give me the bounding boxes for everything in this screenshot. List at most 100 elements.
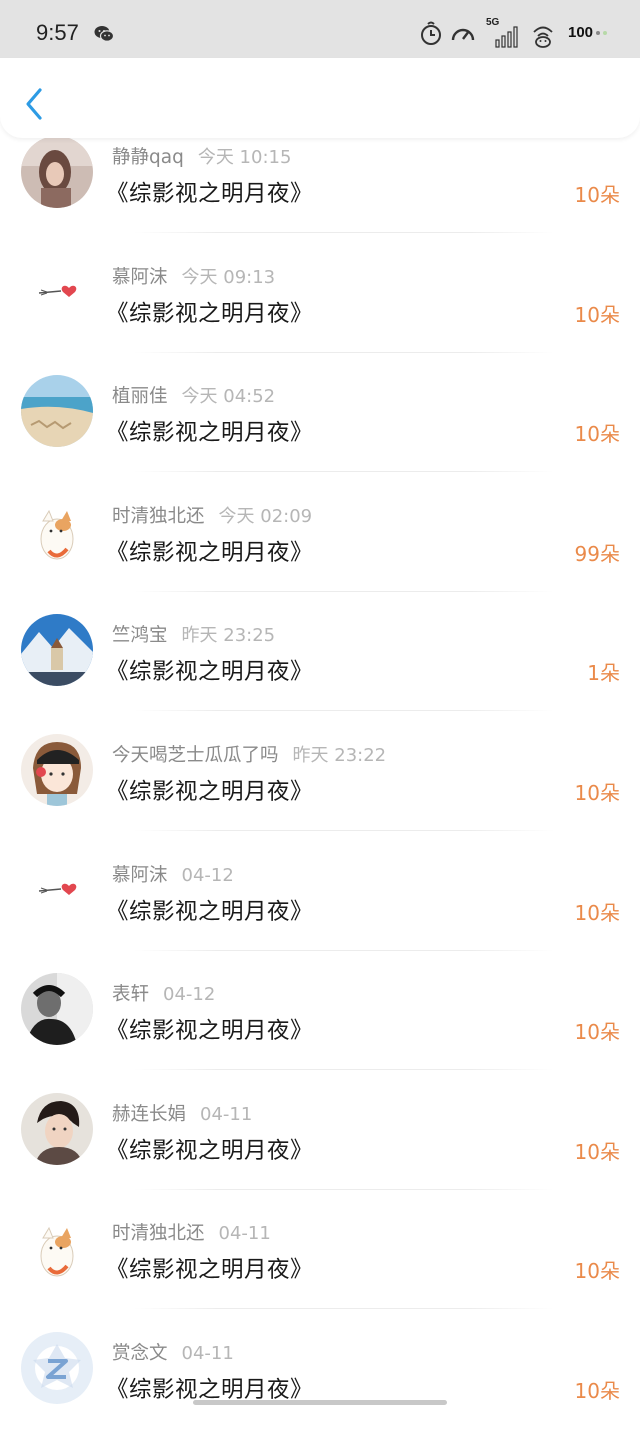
sender-line: 赏念文 04-11: [112, 1339, 234, 1365]
gift-time: 04-11: [218, 1223, 271, 1245]
bw-photo-avatar-icon: [21, 973, 93, 1046]
alarm-icon: [421, 21, 441, 45]
gift-amount: 10朵: [574, 1259, 620, 1284]
avatar[interactable]: [21, 734, 93, 806]
divider: [134, 1308, 554, 1310]
book-title: 《综影视之明月夜》: [106, 1137, 314, 1164]
nav-bar: [0, 58, 640, 138]
sender-line: 慕阿沫 04-12: [112, 861, 234, 887]
gift-time: 04-11: [200, 1103, 253, 1125]
book-title: 《综影视之明月夜》: [106, 659, 314, 686]
sender-line: 今天喝芝士瓜瓜了吗 昨天 23:22: [112, 741, 386, 767]
sender-line: 时清独北还 今天 02:09: [112, 502, 312, 528]
gift-time: 今天 10:15: [197, 147, 292, 168]
list-item[interactable]: 植丽佳 今天 04:52 《综影视之明月夜》 10朵: [0, 359, 640, 479]
signal-icon: [495, 26, 518, 48]
divider: [134, 1188, 554, 1190]
avatar[interactable]: [21, 1332, 93, 1404]
list-item[interactable]: 竺鸿宝 昨天 23:25 《综影视之明月夜》 1朵: [0, 598, 640, 718]
gift-time: 今天 09:13: [181, 266, 276, 288]
book-title: 《综影视之明月夜》: [106, 539, 314, 566]
book-title: 《综影视之明月夜》: [106, 420, 314, 447]
gift-time: 04-12: [181, 864, 234, 886]
avatar[interactable]: [21, 973, 93, 1046]
list-item[interactable]: 慕阿沫 今天 09:13 《综影视之明月夜》 10朵: [0, 240, 640, 360]
beach-avatar-icon: [21, 375, 93, 448]
book-title: 《综影视之明月夜》: [106, 898, 314, 925]
avatar[interactable]: [21, 614, 93, 687]
wifi-icon: [533, 26, 553, 48]
book-title: 《综影视之明月夜》: [106, 779, 314, 805]
divider: [134, 232, 554, 233]
gift-amount: 10朵: [574, 302, 620, 327]
book-title: 《综影视之明月夜》: [106, 1257, 314, 1284]
speed-icon: [451, 28, 475, 41]
divider: [134, 830, 554, 831]
cat-avatar-icon: [21, 1212, 93, 1285]
gift-amount: 10朵: [574, 422, 620, 447]
gift-amount: 10朵: [574, 1379, 620, 1403]
wechat-icon: [94, 26, 114, 42]
battery-dot: [596, 31, 600, 35]
avatar[interactable]: [21, 1212, 93, 1285]
home-indicator[interactable]: [193, 1400, 447, 1405]
sender-name: 时清独北还: [112, 1223, 205, 1245]
heart-arrow-avatar-icon: [21, 255, 93, 328]
gift-time: 04-11: [181, 1343, 234, 1364]
gift-amount: 1朵: [587, 661, 620, 686]
sender-line: 静静qaq 今天 10:15: [112, 143, 291, 169]
sender-name: 植丽佳: [112, 386, 168, 408]
sender-name: 静静qaq: [112, 147, 184, 168]
gift-time: 04-12: [163, 984, 216, 1006]
sender-name: 时清独北还: [112, 505, 205, 527]
battery-dot: [603, 31, 607, 35]
photo-avatar-icon: [21, 136, 93, 208]
sender-name: 慕阿沫: [112, 864, 168, 886]
chevron-left-icon[interactable]: [18, 84, 50, 124]
divider: [134, 351, 554, 353]
avatar[interactable]: [21, 494, 93, 567]
list-item[interactable]: 今天喝芝士瓜瓜了吗 昨天 23:22 《综影视之明月夜》 10朵: [0, 718, 640, 838]
avatar[interactable]: [21, 136, 93, 208]
divider: [134, 949, 554, 951]
sender-line: 慕阿沫 今天 09:13: [112, 263, 275, 289]
cat-avatar-icon: [21, 494, 93, 567]
avatar[interactable]: [21, 255, 93, 328]
gift-time: 昨天 23:25: [181, 625, 276, 647]
sender-line: 植丽佳 今天 04:52: [112, 382, 275, 408]
gift-amount: 10朵: [574, 1139, 620, 1164]
list-item[interactable]: 表轩 04-12 《综影视之明月夜》 10朵: [0, 957, 640, 1077]
gift-amount: 10朵: [574, 183, 620, 207]
sender-line: 竺鸿宝 昨天 23:25: [112, 621, 275, 647]
sender-line: 时清独北还 04-11: [112, 1219, 271, 1245]
divider: [134, 471, 554, 473]
list-item[interactable]: 慕阿沫 04-12 《综影视之明月夜》 10朵: [0, 838, 640, 958]
status-time: 9:57: [36, 20, 79, 45]
sender-name: 竺鸿宝: [112, 625, 168, 647]
gift-amount: 10朵: [574, 1020, 620, 1045]
cartoon-girl-avatar-icon: [21, 734, 93, 806]
list-item[interactable]: 时清独北还 04-11 《综影视之明月夜》 10朵: [0, 1196, 640, 1316]
avatar[interactable]: [21, 375, 93, 448]
gift-amount: 10朵: [574, 900, 620, 925]
divider: [134, 590, 554, 592]
divider: [134, 1069, 554, 1071]
divider: [134, 710, 554, 712]
sender-name: 赏念文: [112, 1343, 168, 1364]
battery-level: 100: [568, 24, 594, 41]
gift-time: 今天 02:09: [218, 505, 313, 527]
sender-name: 慕阿沫: [112, 266, 168, 288]
avatar[interactable]: [21, 1092, 93, 1165]
avatar[interactable]: [21, 853, 93, 926]
sender-name: 表轩: [112, 984, 150, 1006]
list-item[interactable]: 赏念文 04-11 《综影视之明月夜》 10朵: [0, 1316, 640, 1436]
portrait-avatar-icon: [21, 1092, 93, 1165]
gift-time: 今天 04:52: [181, 386, 276, 408]
gift-amount: 99朵: [574, 541, 620, 566]
heart-arrow-avatar-icon: [21, 853, 93, 926]
list-item[interactable]: 赫连长娟 04-11 《综影视之明月夜》 10朵: [0, 1077, 640, 1197]
gift-amount: 10朵: [574, 781, 620, 805]
list-item[interactable]: 时清独北还 今天 02:09 《综影视之明月夜》 99朵: [0, 479, 640, 599]
sender-line: 赫连长娟 04-11: [112, 1100, 252, 1126]
gift-time: 昨天 23:22: [292, 745, 387, 766]
